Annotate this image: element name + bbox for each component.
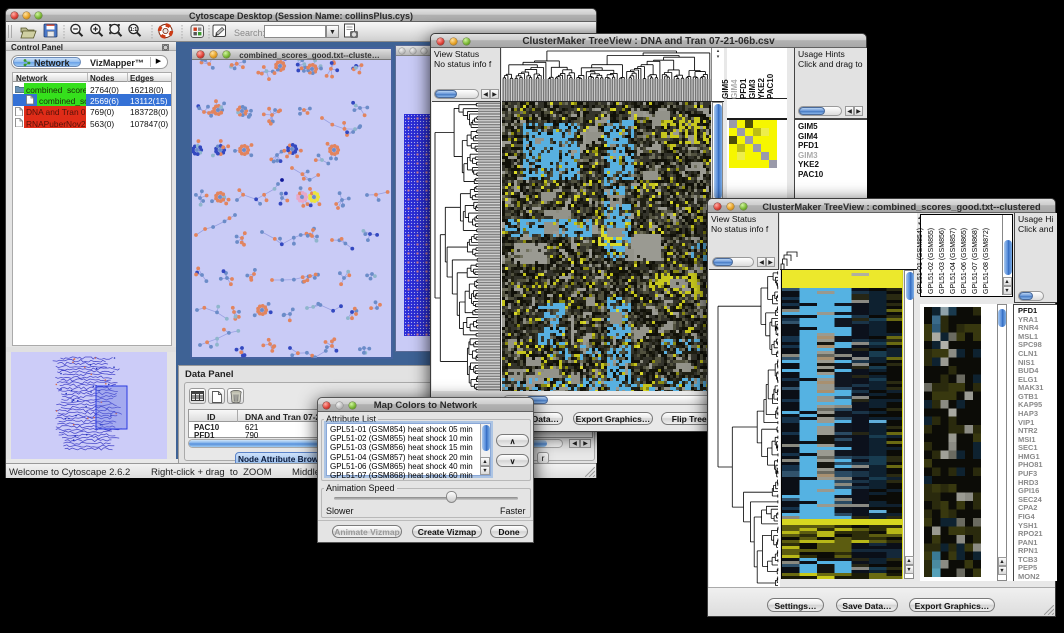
svg-text:1:1: 1:1: [130, 27, 137, 33]
